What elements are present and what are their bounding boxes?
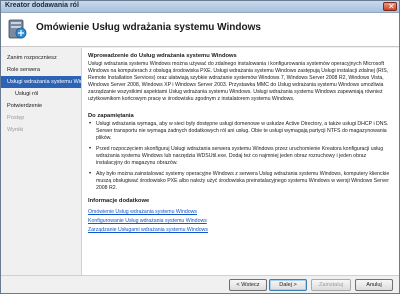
- window-title: Kreator dodawania ról: [5, 2, 79, 9]
- back-button[interactable]: < Wstecz: [229, 279, 267, 291]
- notes-list: Usługi wdrażania wymaga, aby w sieci był…: [88, 121, 394, 196]
- server-role-icon: [8, 19, 27, 39]
- wizard-steps-nav: Zanim rozpoczniesz Role serwera Usługi w…: [1, 48, 96, 275]
- section-heading-intro: Wprowadzenie do Usług wdrażania systemu …: [88, 53, 237, 59]
- nav-item-role-services[interactable]: Usługi ról: [1, 88, 81, 100]
- page-title: Omówienie Usług wdrażania systemu Window…: [36, 22, 261, 33]
- nav-item-server-roles[interactable]: Role serwera: [1, 64, 81, 76]
- section-heading-notes: Do zapamiętania: [88, 113, 134, 119]
- content-pane: Wprowadzenie do Usług wdrażania systemu …: [81, 48, 399, 275]
- nav-item-wds[interactable]: Usługi wdrażania systemu Windows: [1, 76, 96, 88]
- link-wds-overview[interactable]: Omówienie Usług wdrażania systemu Window…: [88, 208, 394, 217]
- close-button[interactable]: ✕: [383, 2, 397, 11]
- note-item: Przed rozpoczęciem skonfiguruj Usługi wd…: [88, 146, 394, 167]
- wizard-window: Kreator dodawania ról ✕ Omówienie Usług …: [0, 0, 400, 294]
- note-item: Usługi wdrażania wymaga, aby w sieci był…: [88, 121, 394, 142]
- install-button: Zainstaluj: [311, 279, 351, 291]
- note-item: Aby było można zainstalować systemy oper…: [88, 171, 394, 192]
- nav-item-progress: Postęp: [7, 115, 25, 121]
- nav-item-results: Wyniki: [7, 127, 24, 133]
- title-bar[interactable]: Kreator dodawania ról ✕: [1, 1, 399, 13]
- section-heading-info: Informacje dodatkowe: [88, 198, 150, 204]
- close-icon: ✕: [388, 2, 395, 11]
- nav-item-confirmation[interactable]: Potwierdzenie: [1, 100, 81, 112]
- wizard-header: Omówienie Usług wdrażania systemu Window…: [1, 13, 399, 47]
- cancel-button[interactable]: Anuluj: [355, 279, 393, 291]
- intro-paragraph: Usługi wdrażania systemu Windows można u…: [88, 61, 389, 102]
- info-links: Omówienie Usług wdrażania systemu Window…: [88, 208, 394, 235]
- wizard-footer: < Wstecz Dalej > Zainstaluj Anuluj: [1, 275, 399, 293]
- link-wds-configure[interactable]: Konfigurowanie Usług wdrażania systemu W…: [88, 217, 394, 226]
- next-button[interactable]: Dalej >: [269, 279, 307, 291]
- link-wds-manage[interactable]: Zarządzanie Usługami wdrażania systemu W…: [88, 226, 394, 235]
- nav-item-before-you-begin[interactable]: Zanim rozpoczniesz: [1, 52, 81, 64]
